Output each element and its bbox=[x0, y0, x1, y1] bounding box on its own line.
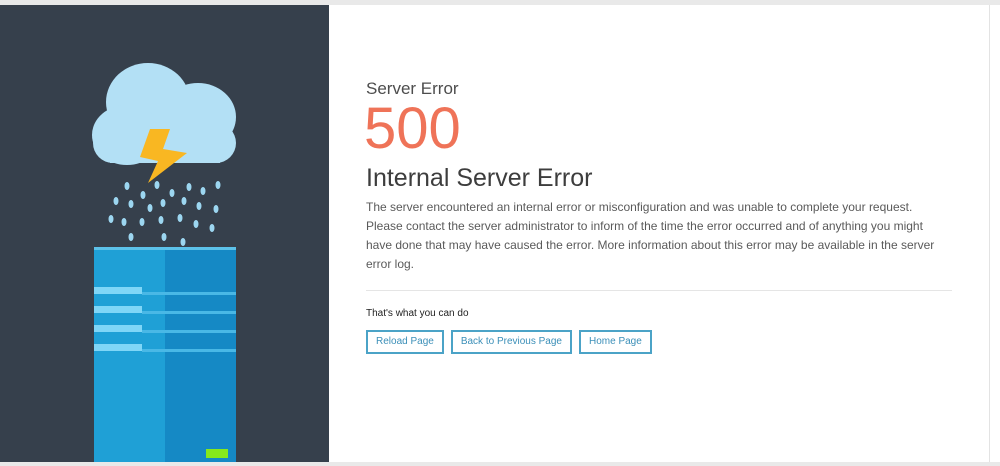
error-code: 500 bbox=[364, 96, 461, 161]
actions-group: Reload Page Back to Previous Page Home P… bbox=[366, 330, 952, 354]
back-to-previous-page-button[interactable]: Back to Previous Page bbox=[450, 330, 572, 354]
actions-label: That's what you can do bbox=[366, 308, 469, 319]
server-illustration bbox=[92, 63, 236, 462]
rain-icon bbox=[108, 181, 221, 246]
error-content: Server Error 500 Internal Server Error T… bbox=[364, 79, 952, 354]
home-page-button[interactable]: Home Page bbox=[579, 330, 652, 354]
page-edge bbox=[989, 5, 990, 462]
server-icon bbox=[94, 247, 236, 462]
status-indicator bbox=[206, 449, 228, 458]
divider bbox=[366, 290, 952, 291]
reload-page-button[interactable]: Reload Page bbox=[366, 330, 444, 354]
error-title: Internal Server Error bbox=[366, 164, 593, 192]
error-content-panel: Server Error 500 Internal Server Error T… bbox=[329, 5, 989, 462]
illustration-panel bbox=[0, 5, 329, 462]
error-description: The server encountered an internal error… bbox=[366, 200, 935, 271]
